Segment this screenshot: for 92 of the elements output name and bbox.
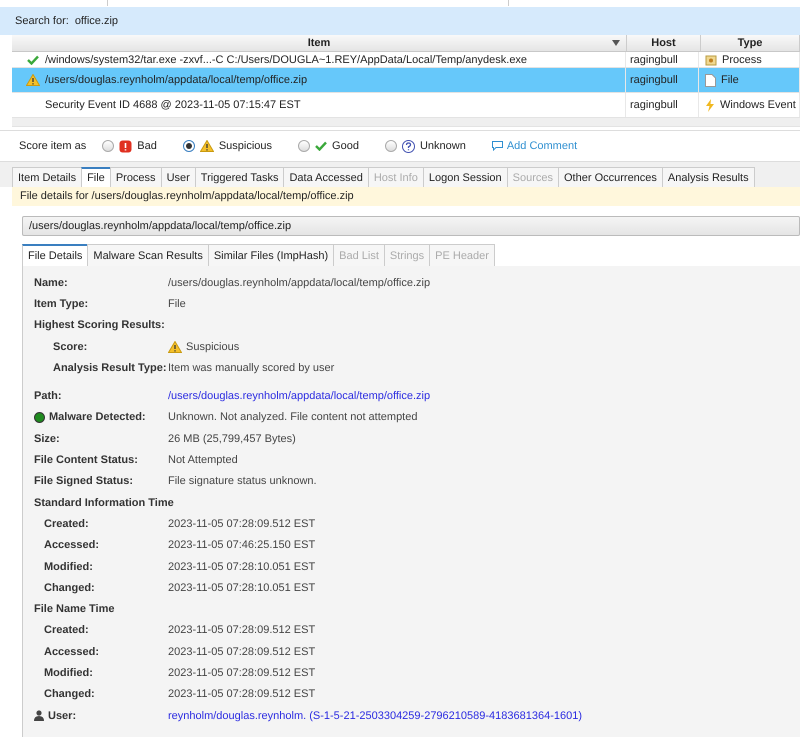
field-label: Item Type: (34, 298, 88, 310)
field-value: 26 MB (25,799,457 Bytes) (168, 432, 296, 445)
person-icon (34, 710, 44, 722)
field-label: File Content Status: (34, 454, 138, 466)
radio-label: Good (332, 140, 359, 152)
sort-caret-icon (612, 40, 620, 46)
field-value: /users/douglas.reynholm/appdata/local/temp/office.zip (168, 276, 430, 289)
radio-button[interactable] (384, 140, 397, 152)
comment-icon (492, 141, 503, 151)
path-bar: /users/douglas.reynholm/appdata/local/temp/office.zip (22, 216, 800, 236)
table-row[interactable]: /users/douglas.reynholm/appdata/local/temp/office.zip ragingbull File (12, 68, 800, 93)
radio-button[interactable] (298, 140, 310, 152)
type-label: Windows Event (720, 99, 796, 111)
tab[interactable]: Similar Files (ImpHash) (208, 244, 334, 266)
field-value: 2023-11-05 07:28:09.512 EST (168, 624, 316, 636)
tab[interactable]: File Details (22, 244, 88, 266)
search-value: office.zip (74, 15, 118, 27)
file-icon (705, 74, 716, 86)
item-path: /windows/system32/tar.exe -zxvf...-C C:/Users/DOUGLA~1.REY/AppData/Local/Temp/anydesk.exe (45, 54, 528, 66)
status-dot-icon (34, 412, 45, 423)
field-label: Changed: (44, 688, 95, 700)
radio-label: Bad (137, 140, 157, 152)
field-value: 2023-11-05 07:28:09.512 EST (168, 518, 316, 530)
alert-icon (119, 140, 132, 152)
field-label: Analysis Result Type: (53, 362, 166, 374)
field-label: File Signed Status: (34, 475, 134, 488)
check-icon (315, 141, 328, 151)
value-link[interactable]: reynholm/douglas.reynholm. (S-1-5-21-2503304259-2796210589-4183681364-1601) (168, 710, 582, 722)
radio-button[interactable] (182, 140, 195, 152)
host-name: ragingbull (630, 74, 678, 86)
item-path: /users/douglas.reynholm/appdata/local/temp/office.zip (45, 74, 308, 86)
field-label: Highest Scoring Results: (34, 319, 165, 332)
warning-icon (200, 140, 214, 152)
radio-button[interactable] (102, 140, 114, 152)
add-comment-link[interactable]: Add Comment (492, 140, 578, 152)
field-value: 2023-11-05 07:28:09.512 EST (168, 646, 316, 658)
field-label: Name: (34, 276, 68, 289)
tab[interactable]: File (81, 167, 111, 187)
field-value: 2023-11-05 07:28:10.051 EST (168, 582, 316, 594)
field-label: Score: (53, 340, 88, 353)
tab[interactable]: Triggered Tasks (194, 167, 284, 187)
column-header[interactable]: Type (701, 35, 800, 51)
field-label: Standard Information Time (34, 496, 174, 509)
field-label: Changed: (44, 582, 95, 594)
field-label: Modified: (44, 666, 93, 679)
host-name: ragingbull (630, 99, 678, 111)
field-value: Suspicious (186, 340, 240, 353)
tab[interactable]: User (160, 167, 196, 187)
tab[interactable]: Item Details (12, 167, 82, 187)
field-label: Modified: (44, 560, 93, 572)
column-header[interactable]: Host (627, 35, 701, 51)
field-label: Accessed: (44, 646, 100, 658)
field-label: Path: (34, 390, 62, 402)
field-label: Size: (34, 432, 60, 445)
radio-label: Suspicious (218, 140, 272, 152)
value-link[interactable]: /users/douglas.reynholm/appdata/local/temp/office.zip (168, 390, 430, 402)
radio-label: Unknown (420, 140, 466, 152)
item-path: Security Event ID 4688 @ 2023-11-05 07:15:47 EST (45, 99, 301, 111)
tab[interactable]: Process (110, 167, 162, 187)
question-icon (402, 140, 415, 152)
field-value: Item was manually scored by user (168, 362, 334, 374)
field-label: Malware Detected: (49, 411, 146, 424)
gear-icon (705, 54, 717, 66)
info-bar: File details for /users/douglas.reynholm/appdata/local/temp/office.zip (12, 187, 800, 206)
type-label: Process (722, 54, 762, 66)
tab[interactable]: Analysis Results (662, 167, 755, 187)
field-value: Not Attempted (168, 454, 238, 466)
field-value: 2023-11-05 07:28:09.512 EST (168, 688, 316, 700)
field-value: Unknown. Not analyzed. File content not attempted (168, 411, 418, 424)
field-label: User: (48, 710, 76, 722)
lightning-icon (705, 98, 715, 112)
field-label: Created: (44, 624, 89, 636)
host-name: ragingbull (630, 54, 678, 66)
field-value: File signature status unknown. (168, 475, 317, 488)
field-value: 2023-11-05 07:28:10.051 EST (168, 560, 316, 572)
field-label: Created: (44, 518, 89, 530)
tab[interactable]: Logon Session (422, 167, 508, 187)
field-value: 2023-11-05 07:46:25.150 EST (168, 539, 316, 552)
column-header[interactable]: Item (12, 35, 627, 51)
field-label: File Name Time (34, 603, 114, 616)
warning-icon (26, 74, 40, 86)
check-icon (27, 54, 39, 64)
tab[interactable]: Data Accessed (283, 167, 369, 187)
field-label: Accessed: (44, 539, 100, 552)
search-label: Search for: (15, 15, 69, 27)
type-label: File (721, 74, 739, 86)
tab[interactable]: Malware Scan Results (87, 244, 209, 266)
warning-icon (168, 340, 182, 353)
field-value: File (168, 298, 186, 310)
score-label: Score item as (19, 140, 86, 152)
tab[interactable]: Other Occurrences (558, 167, 663, 187)
field-value: 2023-11-05 07:28:09.512 EST (168, 666, 316, 679)
